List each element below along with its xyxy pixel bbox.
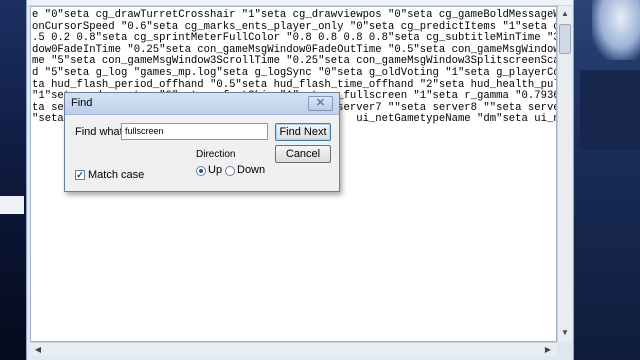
find-dialog: Find ✕ Find what: fullscreen Find Next C…	[64, 92, 340, 192]
vertical-scroll-thumb[interactable]	[559, 24, 571, 54]
close-icon: ✕	[315, 97, 326, 109]
cancel-button[interactable]: Cancel	[275, 145, 331, 163]
direction-up-label[interactable]: Up	[208, 164, 222, 176]
direction-up-radio[interactable]	[196, 166, 206, 176]
scroll-left-icon[interactable]: ◀	[31, 343, 45, 356]
direction-group: Direction Up Down	[192, 149, 270, 183]
desktop-shape	[580, 70, 640, 150]
direction-down-label[interactable]: Down	[237, 164, 265, 176]
find-dialog-title: Find	[71, 97, 93, 109]
scroll-down-icon[interactable]: ▼	[558, 326, 572, 340]
desktop-background-right	[570, 0, 640, 360]
vertical-scrollbar[interactable]: ▲ ▼	[557, 6, 572, 342]
find-next-button[interactable]: Find Next	[275, 123, 331, 141]
resize-grip[interactable]	[557, 342, 572, 356]
close-button[interactable]: ✕	[308, 96, 333, 111]
direction-label: Direction	[196, 149, 236, 160]
match-case-label[interactable]: Match case	[88, 169, 144, 181]
editor-line: d "5"seta g_log "games_mp.log"seta g_log…	[32, 66, 557, 79]
match-case-checkbox[interactable]: ✓	[75, 170, 85, 180]
editor-line: e "0"seta cg_drawTurretCrosshair "1"seta…	[32, 9, 557, 21]
direction-down-radio[interactable]	[225, 166, 235, 176]
scroll-up-icon[interactable]: ▲	[558, 7, 572, 21]
desktop-taskbar-fragment	[0, 196, 24, 214]
scroll-right-icon[interactable]: ▶	[541, 343, 555, 356]
find-dialog-titlebar[interactable]: Find ✕	[65, 93, 339, 115]
find-what-input[interactable]: fullscreen	[121, 123, 268, 140]
desktop-glow	[592, 0, 640, 60]
find-what-label: Find what:	[75, 126, 126, 138]
horizontal-scrollbar[interactable]: ◀ ▶	[30, 342, 557, 356]
